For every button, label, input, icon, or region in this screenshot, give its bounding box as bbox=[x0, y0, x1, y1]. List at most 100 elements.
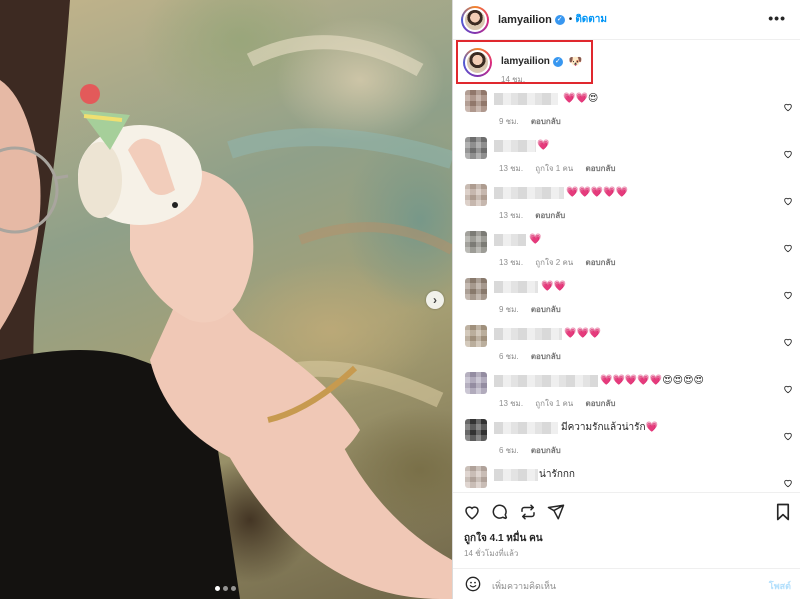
comment-time: 9 ชม. bbox=[499, 117, 519, 126]
comment-meta: 6 ชม. ตอบกลับ bbox=[499, 350, 571, 363]
comment-time: 6 ชม. bbox=[499, 352, 519, 361]
carousel-dot bbox=[223, 586, 228, 591]
post-caption: lamyailion ✓ 🐶 14 ชม. bbox=[456, 40, 593, 84]
commenter-avatar[interactable] bbox=[465, 184, 487, 206]
comment-meta: 6 ชม. ตอบกลับ bbox=[499, 444, 571, 457]
comment-text: 💗💗💗💗💗😍😍😍😍 bbox=[600, 375, 704, 386]
commenter-username-blurred[interactable] bbox=[494, 281, 538, 293]
comment-like-heart-icon[interactable] bbox=[783, 290, 793, 300]
comment-text: มีความรักแล้วน่ารัก💗 bbox=[561, 422, 659, 433]
caption-author-avatar[interactable] bbox=[463, 48, 492, 77]
reply-button[interactable]: ตอบกลับ bbox=[586, 399, 616, 408]
author-avatar[interactable] bbox=[461, 5, 489, 34]
comment-meta: 9 ชม. ตอบกลับ bbox=[499, 303, 571, 316]
caption-timestamp: 14 ชม. bbox=[501, 75, 526, 84]
bookmark-icon[interactable] bbox=[775, 503, 791, 521]
more-options-icon[interactable]: ••• bbox=[768, 10, 786, 26]
commenter-avatar[interactable] bbox=[465, 372, 487, 394]
comment-like-heart-icon[interactable] bbox=[783, 243, 793, 253]
comment-like-heart-icon[interactable] bbox=[783, 149, 793, 159]
carousel-dot-active bbox=[215, 586, 220, 591]
commenter-username-blurred[interactable] bbox=[494, 375, 598, 387]
comment-text: 💗 bbox=[537, 140, 550, 151]
comment-text: 💗💗💗💗💗 bbox=[566, 187, 629, 198]
commenter-avatar[interactable] bbox=[465, 90, 487, 112]
comment-like-heart-icon[interactable] bbox=[783, 196, 793, 206]
comment-like-heart-icon[interactable] bbox=[783, 384, 793, 394]
comment-meta: 13 ชม. ถูกใจ 1 คน ตอบกลับ bbox=[499, 162, 625, 175]
reply-button[interactable]: ตอบกลับ bbox=[531, 446, 561, 455]
separator-dot: • bbox=[568, 14, 573, 25]
caption-username[interactable]: lamyailion bbox=[501, 56, 550, 67]
repost-icon[interactable] bbox=[519, 503, 537, 521]
post-side-panel: lamyailion ✓ • ติดตาม ••• lamyailion ✓ 🐶… bbox=[452, 0, 800, 599]
smiley-icon[interactable] bbox=[465, 576, 481, 592]
commenter-avatar[interactable] bbox=[465, 325, 487, 347]
post-image[interactable]: › bbox=[0, 0, 452, 599]
add-comment-bar: เพิ่มความคิดเห็น โพสต์ bbox=[453, 568, 800, 599]
post-actions: ถูกใจ 4.1 หมื่น คน 14 ชั่วโมงที่แล้ว bbox=[453, 492, 800, 568]
comment-meta: 13 ชม. ถูกใจ 2 คน ตอบกลับ bbox=[499, 256, 625, 269]
comment-like-heart-icon[interactable] bbox=[783, 102, 793, 112]
likes-count[interactable]: ถูกใจ 4.1 หมื่น คน bbox=[464, 531, 543, 546]
commenter-username-blurred[interactable] bbox=[494, 187, 564, 199]
comment-item: 💗 13 ชม. ถูกใจ 2 คน ตอบกลับ bbox=[453, 229, 800, 275]
verified-badge-icon: ✓ bbox=[554, 14, 565, 25]
commenter-username-blurred[interactable] bbox=[494, 234, 526, 246]
comment-item: 💗💗 9 ชม. ตอบกลับ bbox=[453, 276, 800, 322]
reply-button[interactable]: ตอบกลับ bbox=[586, 164, 616, 173]
author-username[interactable]: lamyailion bbox=[498, 14, 552, 26]
reply-button[interactable]: ตอบกลับ bbox=[531, 305, 561, 314]
commenter-username-blurred[interactable] bbox=[494, 422, 558, 434]
post-comment-button[interactable]: โพสต์ bbox=[769, 579, 791, 593]
reply-button[interactable]: ตอบกลับ bbox=[531, 117, 561, 126]
comment-time: 13 ชม. bbox=[499, 399, 524, 408]
reply-button[interactable]: ตอบกลับ bbox=[586, 258, 616, 267]
photo-illustration bbox=[0, 0, 452, 599]
commenter-avatar[interactable] bbox=[465, 466, 487, 488]
follow-button[interactable]: ติดตาม bbox=[575, 12, 607, 27]
comment-likes[interactable]: ถูกใจ 1 คน bbox=[535, 399, 573, 408]
carousel-dot bbox=[231, 586, 236, 591]
comment-item: 💗💗💗💗💗😍😍😍😍 13 ชม. ถูกใจ 1 คน ตอบกลับ bbox=[453, 370, 800, 416]
comment-time: 9 ชม. bbox=[499, 305, 519, 314]
commenter-avatar[interactable] bbox=[465, 231, 487, 253]
comment-text: 💗💗💗 bbox=[564, 328, 602, 339]
comment-like-heart-icon[interactable] bbox=[783, 478, 793, 488]
comment-meta: 9 ชม. ตอบกลับ bbox=[499, 115, 571, 128]
commenter-username-blurred[interactable] bbox=[494, 140, 536, 152]
commenter-avatar[interactable] bbox=[465, 278, 487, 300]
commenter-username-blurred[interactable] bbox=[494, 469, 538, 481]
commenter-username-blurred[interactable] bbox=[494, 328, 562, 340]
comment-likes[interactable]: ถูกใจ 1 คน bbox=[535, 164, 573, 173]
verified-badge-icon: ✓ bbox=[552, 56, 563, 67]
carousel-dots bbox=[215, 586, 236, 591]
comment-item: 💗 13 ชม. ถูกใจ 1 คน ตอบกลับ bbox=[453, 135, 800, 181]
comment-like-heart-icon[interactable] bbox=[783, 337, 793, 347]
commenter-avatar[interactable] bbox=[465, 137, 487, 159]
comment-item: 💗💗💗💗💗 13 ชม. ตอบกลับ bbox=[453, 182, 800, 228]
comment-time: 13 ชม. bbox=[499, 258, 524, 267]
comment-text: 💗💗 bbox=[541, 281, 566, 292]
comment-item: 💗💗😍 9 ชม. ตอบกลับ bbox=[453, 88, 800, 134]
share-icon[interactable] bbox=[547, 503, 565, 521]
commenter-username-blurred[interactable] bbox=[494, 93, 558, 105]
comment-time: 13 ชม. bbox=[499, 164, 524, 173]
comment-icon[interactable] bbox=[491, 503, 509, 521]
comment-text: น่ารักกก bbox=[539, 469, 575, 480]
add-comment-input[interactable]: เพิ่มความคิดเห็น bbox=[492, 579, 556, 593]
reply-button[interactable]: ตอบกลับ bbox=[535, 211, 565, 220]
comment-time: 13 ชม. bbox=[499, 211, 524, 220]
caption-text: 🐶 bbox=[568, 56, 583, 68]
comment-text: 💗💗😍 bbox=[563, 93, 599, 104]
carousel-next-button[interactable]: › bbox=[426, 291, 444, 309]
heart-icon[interactable] bbox=[463, 503, 481, 521]
post-header: lamyailion ✓ • ติดตาม ••• bbox=[453, 0, 800, 40]
reply-button[interactable]: ตอบกลับ bbox=[531, 352, 561, 361]
comment-item: น่ารักกก bbox=[453, 464, 800, 492]
comment-like-heart-icon[interactable] bbox=[783, 431, 793, 441]
comment-likes[interactable]: ถูกใจ 2 คน bbox=[535, 258, 573, 267]
comment-item: 💗💗💗 6 ชม. ตอบกลับ bbox=[453, 323, 800, 369]
comment-text: 💗 bbox=[529, 234, 542, 245]
commenter-avatar[interactable] bbox=[465, 419, 487, 441]
